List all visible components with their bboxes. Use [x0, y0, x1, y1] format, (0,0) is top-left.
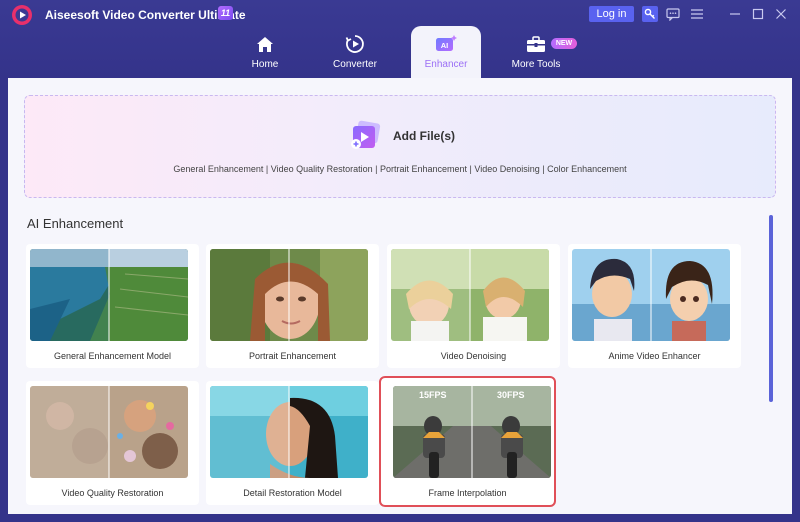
converter-icon	[345, 33, 365, 55]
svg-text:AI: AI	[441, 41, 449, 50]
enhancement-categories: General Enhancement | Video Quality Rest…	[173, 164, 627, 174]
maximize-icon	[752, 8, 764, 20]
card-label: Video Denoising	[440, 351, 507, 361]
card-label: Detail Restoration Model	[243, 488, 342, 498]
hamburger-icon	[691, 9, 703, 19]
svg-text:30FPS: 30FPS	[497, 390, 525, 400]
tab-more-tools[interactable]: More Tools	[500, 26, 572, 78]
card-label: General Enhancement Model	[53, 351, 172, 361]
maximize-button[interactable]	[749, 5, 767, 23]
card-label: Video Quality Restoration	[61, 488, 164, 498]
card-video-denoising[interactable]: Video Denoising	[387, 244, 560, 368]
anime-video-enhancer-thumbnail	[572, 249, 730, 341]
login-button[interactable]: Log in	[589, 6, 634, 22]
tab-home-label: Home	[251, 59, 279, 70]
new-badge: NEW	[551, 38, 577, 49]
card-label: Portrait Enhancement	[248, 351, 337, 361]
close-icon	[776, 9, 786, 19]
card-portrait-enhancement[interactable]: Portrait Enhancement	[206, 244, 379, 368]
general-enhancement-thumbnail	[30, 249, 188, 341]
tab-home[interactable]: Home	[228, 26, 302, 78]
card-general-enhancement[interactable]: General Enhancement Model	[26, 244, 199, 368]
toolbox-icon	[526, 33, 546, 55]
home-icon	[256, 33, 274, 55]
minimize-icon	[730, 13, 740, 15]
window-border-left	[0, 78, 8, 518]
video-denoising-thumbnail	[391, 249, 549, 341]
feedback-button[interactable]	[664, 5, 682, 23]
card-label: Frame Interpolation	[428, 488, 507, 498]
video-quality-restoration-thumbnail	[30, 386, 188, 478]
tab-enhancer-label: Enhancer	[424, 59, 468, 70]
register-key-button[interactable]	[642, 6, 658, 22]
card-frame-interpolation[interactable]: 15FPS 30FPS Frame Interpolation	[379, 376, 556, 507]
app-title: Aiseesoft Video Converter Ultimate	[45, 8, 246, 22]
tab-enhancer[interactable]: AI Enhancer	[411, 26, 481, 78]
detail-restoration-thumbnail	[210, 386, 368, 478]
version-badge: 11	[218, 6, 233, 20]
window-border-right	[792, 78, 800, 518]
vertical-scrollbar[interactable]	[769, 215, 773, 402]
section-title: AI Enhancement	[27, 216, 124, 231]
add-files-label[interactable]: Add File(s)	[393, 129, 455, 143]
menu-button[interactable]	[688, 5, 706, 23]
svg-text:15FPS: 15FPS	[419, 390, 447, 400]
app-logo-icon	[11, 4, 33, 26]
add-file-icon[interactable]	[348, 120, 384, 152]
key-icon	[644, 8, 655, 19]
card-video-quality-restoration[interactable]: Video Quality Restoration	[26, 381, 199, 505]
portrait-enhancement-thumbnail	[210, 249, 368, 341]
window-border-bottom	[0, 514, 800, 522]
tab-converter-label: Converter	[333, 59, 377, 70]
frame-interpolation-thumbnail: 15FPS 30FPS	[393, 386, 551, 478]
minimize-button[interactable]	[726, 5, 744, 23]
ai-enhancer-icon: AI	[434, 33, 458, 55]
tab-converter[interactable]: Converter	[318, 26, 392, 78]
card-anime-video-enhancer[interactable]: Anime Video Enhancer	[568, 244, 741, 368]
close-button[interactable]	[772, 5, 790, 23]
chat-icon	[666, 7, 680, 21]
add-files-dropzone[interactable]	[24, 95, 776, 198]
card-label: Anime Video Enhancer	[608, 351, 701, 361]
tab-more-tools-label: More Tools	[511, 59, 561, 70]
card-detail-restoration-model[interactable]: Detail Restoration Model	[206, 381, 379, 505]
